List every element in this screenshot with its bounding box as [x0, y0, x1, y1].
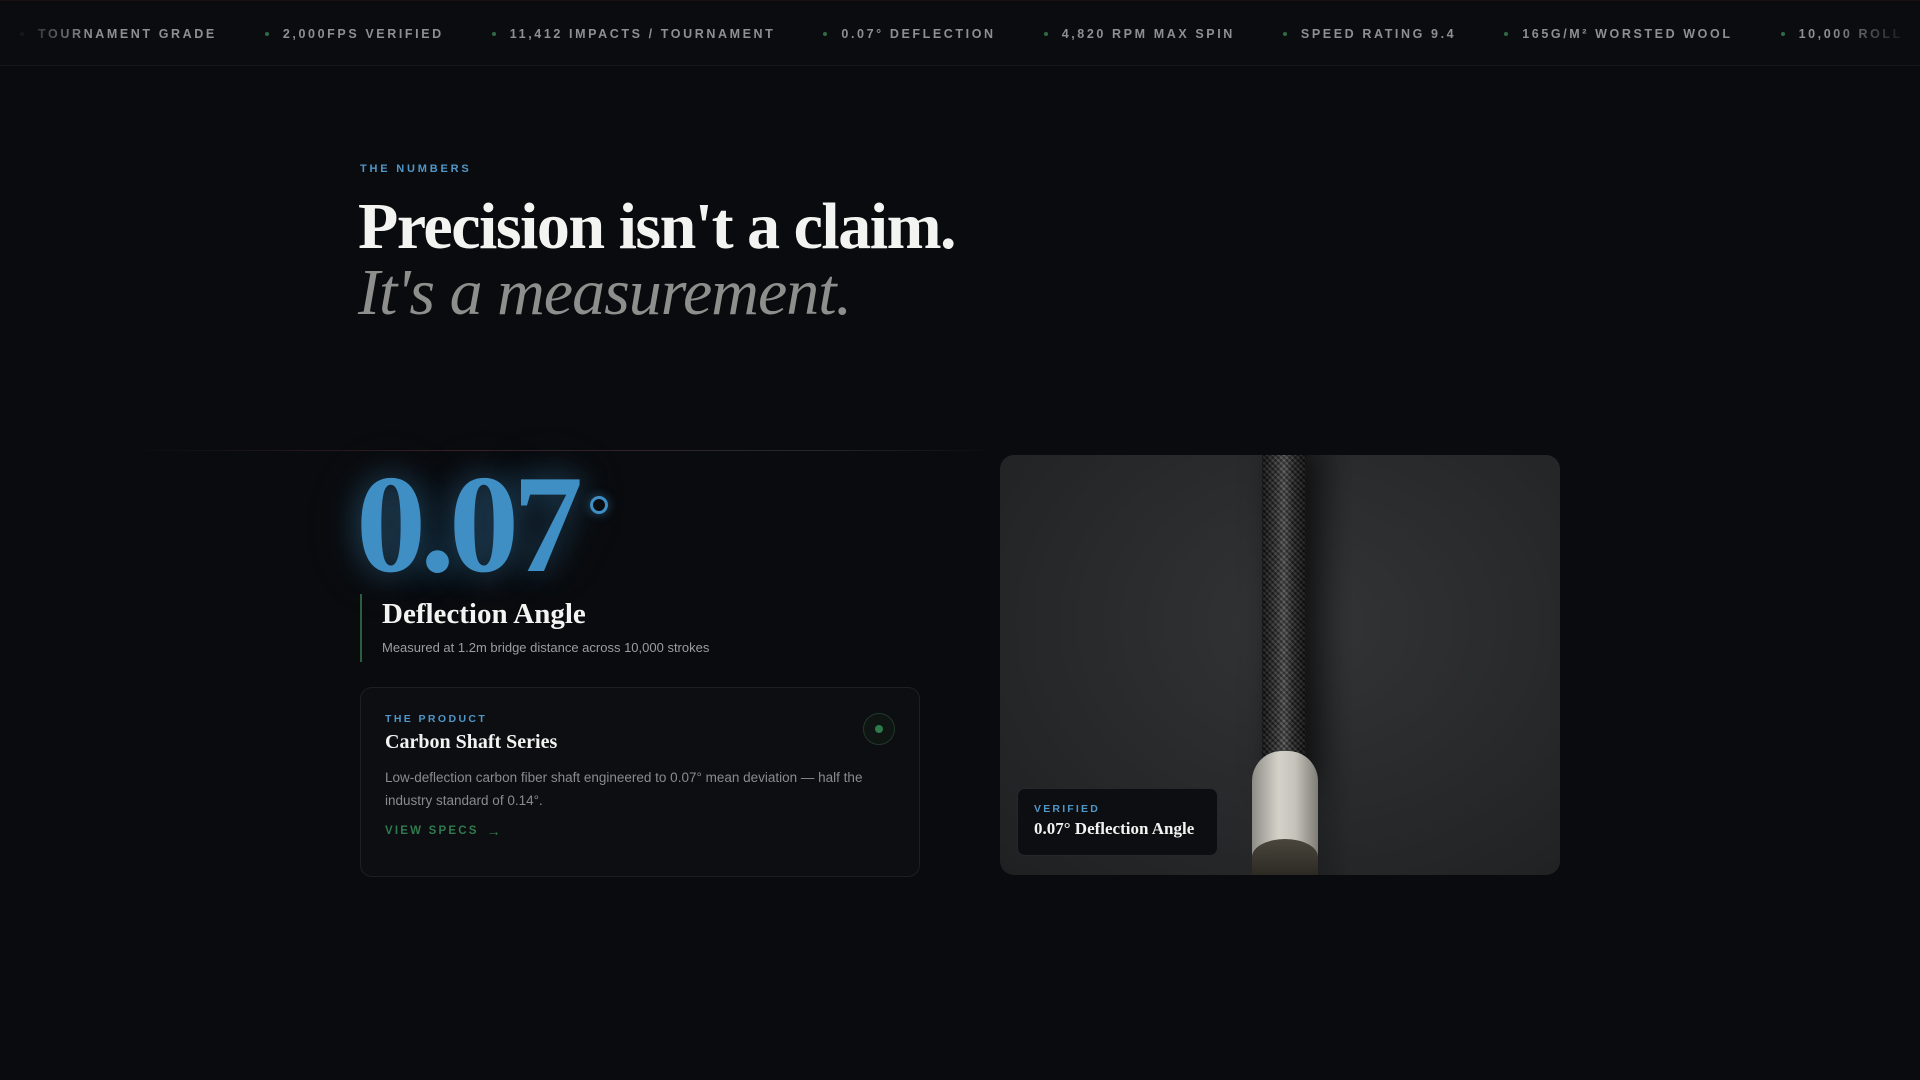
- verified-title: 0.07° Deflection Angle: [1034, 819, 1195, 838]
- verified-label: Verified 0.07° Deflection Angle: [1017, 788, 1218, 856]
- bullet-dot-icon: [1282, 32, 1287, 36]
- bullet-dot-icon: [1043, 32, 1048, 36]
- ticker-fade-right: [1830, 1, 1920, 65]
- ticker-item: 11,412 Impacts / Tournament: [444, 27, 776, 41]
- view-specs-link[interactable]: View Specs →: [385, 823, 501, 839]
- bullet-dot-icon: [823, 32, 828, 36]
- ticker-track: Tournament Grade 2,000fps Verified 11,41…: [20, 1, 1920, 65]
- ticker-item: 0.07° Deflection: [775, 27, 995, 41]
- stat-caption: Deflection Angle Measured at 1.2m bridge…: [360, 594, 709, 662]
- ticker-item: 2,000fps Verified: [217, 27, 444, 41]
- stat-title: Deflection Angle: [382, 598, 586, 630]
- product-image-panel: Verified 0.07° Deflection Angle: [1000, 455, 1560, 875]
- status-badge: [863, 713, 895, 745]
- ticker-item: Speed Rating 9.4: [1235, 27, 1456, 41]
- section-subheadline: It's a measurement.: [358, 256, 852, 329]
- bullet-dot-icon: [1780, 32, 1785, 36]
- ticker-item: 165g/m² Worsted Wool: [1456, 27, 1732, 41]
- shaft-tip-image: [1252, 839, 1318, 875]
- status-dot-icon: [875, 725, 883, 733]
- stat-description: Measured at 1.2m bridge distance across …: [382, 640, 710, 655]
- arrow-right-icon: →: [486, 823, 501, 839]
- ticker-item: 4,820 RPM Max Spin: [996, 27, 1235, 41]
- card-title: Carbon Shaft Series: [385, 731, 558, 753]
- bullet-dot-icon: [1504, 32, 1509, 36]
- product-card: The Product Carbon Shaft Series Low-defl…: [360, 687, 920, 877]
- stats-ticker: Tournament Grade 2,000fps Verified 11,41…: [0, 0, 1920, 66]
- verified-eyebrow: Verified: [1034, 803, 1101, 815]
- stat-value: 0.07: [356, 447, 583, 602]
- degree-ring-icon: [590, 496, 608, 514]
- card-eyebrow: The Product: [385, 713, 488, 725]
- section-eyebrow: The Numbers: [360, 163, 472, 175]
- carbon-shaft-image: [1262, 455, 1306, 785]
- bullet-dot-icon: [264, 32, 269, 36]
- ticker-fade-left: [0, 1, 90, 65]
- view-specs-label: View Specs: [385, 825, 479, 837]
- bullet-dot-icon: [491, 32, 496, 36]
- card-body: Low-deflection carbon fiber shaft engine…: [385, 770, 863, 808]
